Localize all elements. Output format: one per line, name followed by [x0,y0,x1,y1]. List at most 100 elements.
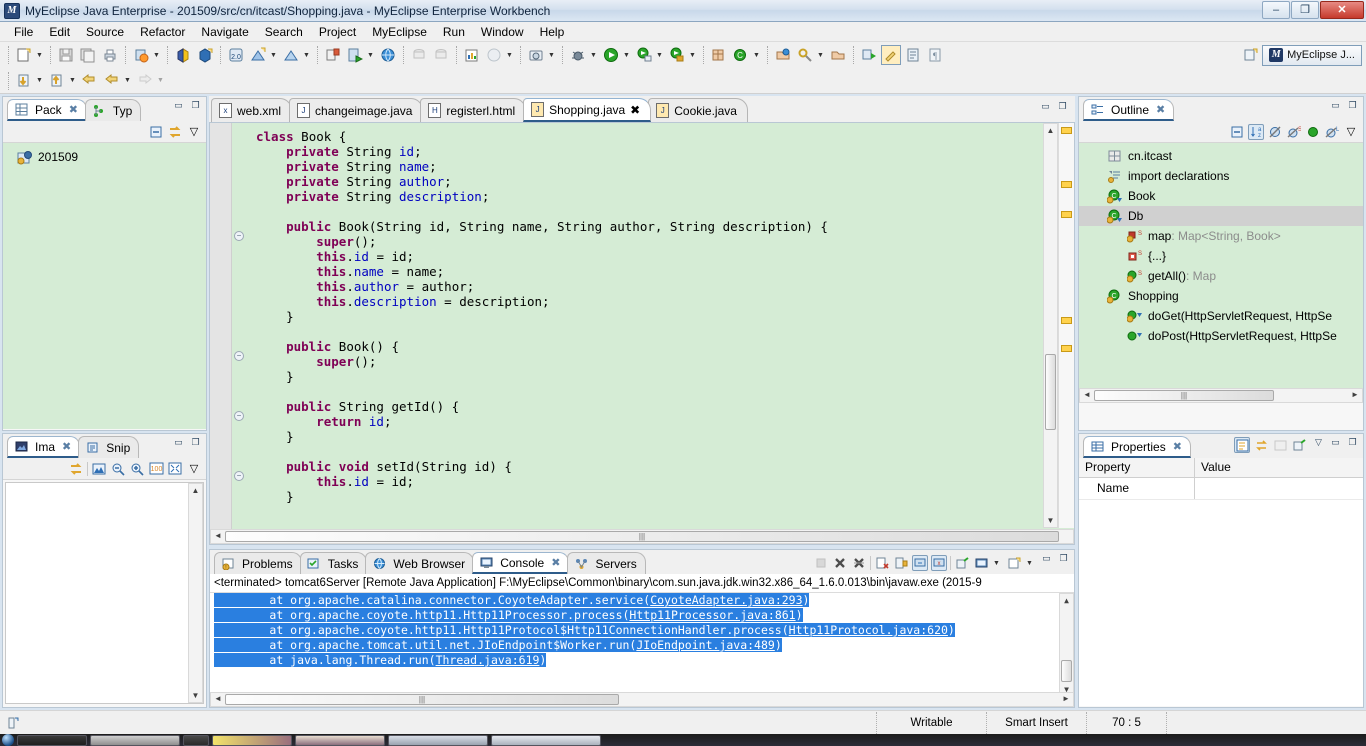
editor-gutter[interactable] [210,123,232,544]
tab-snippets[interactable]: Snip [78,436,140,458]
show-advanced-icon[interactable] [1253,437,1269,453]
new-class-dropdown-arrow[interactable]: ▼ [752,45,761,65]
fold-toggle-icon[interactable]: − [234,351,244,361]
link-with-editor-icon[interactable] [68,461,84,477]
zoom-out-icon[interactable] [110,461,126,477]
outline-item-field-map[interactable]: S map : Map<String, Book> [1079,226,1363,246]
search-dropdown-arrow[interactable]: ▼ [816,45,825,65]
outline-tree[interactable]: cn.itcast import declarations C Book C D… [1079,143,1363,403]
scroll-up-arrow[interactable]: ▲ [1060,596,1073,605]
maximize-icon[interactable]: ❐ [1057,552,1070,565]
save-icon[interactable] [56,45,76,65]
editor-scrollbar-horizontal[interactable]: ◄ ||| [210,529,1074,544]
menu-source[interactable]: Source [78,23,132,41]
scroll-left-arrow[interactable]: ◄ [213,531,223,540]
taskbar-item[interactable] [295,734,385,746]
menu-refactor[interactable]: Refactor [132,23,193,41]
minimize-icon[interactable]: ▭ [1040,552,1053,565]
menu-search[interactable]: Search [257,23,311,41]
maximize-icon[interactable]: ❐ [1346,99,1359,112]
property-value-cell[interactable] [1195,478,1207,499]
tab-outline[interactable]: Outline ✖ [1083,99,1175,121]
servlet-20-icon[interactable]: 2.0 [226,45,246,65]
code-editor[interactable]: − − − − class Book { private String id; … [209,122,1075,545]
console-scrollbar-horizontal[interactable]: ◄ ||| ► [210,692,1074,707]
close-icon[interactable]: ✖ [1173,440,1182,453]
show-categories-icon[interactable] [1234,437,1250,453]
step-into-icon[interactable] [14,71,34,91]
hide-local-types-icon[interactable]: L [1324,124,1340,140]
taskbar-item[interactable] [388,734,488,746]
warning-marker[interactable] [1061,181,1072,188]
view-menu-icon[interactable]: ▽ [1343,124,1359,140]
new-jsp-dropdown-arrow[interactable]: ▼ [269,45,278,65]
taskbar-item[interactable] [90,734,180,746]
editor-scroll-thumb[interactable] [1045,354,1056,430]
display-selected-console-arrow[interactable]: ▼ [992,553,1001,573]
tab-image-viewer[interactable]: Ima ✖ [7,436,81,458]
pin-console-icon[interactable] [954,555,970,571]
scroll-left-arrow[interactable]: ◄ [1082,390,1092,399]
maximize-icon[interactable]: ❐ [189,436,202,449]
zoom-100-icon[interactable]: 100 [148,461,164,477]
tab-package-explorer[interactable]: Pack ✖ [7,99,87,121]
outline-scrollbar-horizontal[interactable]: ◄ ||| ► [1079,388,1363,403]
console-scroll-thumb[interactable] [1061,660,1072,682]
forward-icon[interactable] [135,71,155,91]
db-disconnect-icon[interactable] [431,45,451,65]
pin-to-selection-icon[interactable] [1291,437,1307,453]
menu-window[interactable]: Window [473,23,532,41]
new-jsp-icon[interactable] [248,45,268,65]
new-java-package-icon[interactable] [709,45,729,65]
properties-table-body[interactable]: Name [1079,478,1363,706]
close-button[interactable]: ✕ [1320,1,1364,19]
next-annotation-icon[interactable] [859,45,879,65]
outline-item-method-dopost[interactable]: doPost(HttpServletRequest, HttpSe [1079,326,1363,346]
print-icon[interactable] [100,45,120,65]
new-html-dropdown-arrow[interactable]: ▼ [302,45,311,65]
debug-icon[interactable] [568,45,588,65]
search-icon[interactable] [795,45,815,65]
taskbar-item[interactable] [212,734,292,746]
report-dropdown-arrow[interactable]: ▼ [505,45,514,65]
xml-editor-icon[interactable] [323,45,343,65]
start-orb-icon[interactable] [2,734,14,746]
report-preview-icon[interactable] [484,45,504,65]
console-line[interactable]: at org.apache.catalina.connector.CoyoteA… [210,593,1074,608]
collapse-all-icon[interactable] [148,124,164,140]
view-menu-icon[interactable]: ▽ [186,124,202,140]
menu-file[interactable]: File [6,23,41,41]
editor-hscroll-thumb[interactable]: ||| [225,531,1059,542]
open-browser-icon[interactable] [378,45,398,65]
tab-type-hierarchy[interactable]: Typ [84,99,142,121]
taskbar-item[interactable] [17,734,87,746]
table-row[interactable]: Name [1079,478,1363,500]
view-menu-icon[interactable]: ▽ [186,461,202,477]
editor-tab-registerl-html[interactable]: H registerl.html [420,98,527,122]
editor-tab-shopping-java[interactable]: J Shopping.java ✖ [523,98,652,122]
open-resource-icon[interactable] [828,45,848,65]
new-report-icon[interactable] [462,45,482,65]
outline-item-imports[interactable]: import declarations [1079,166,1363,186]
console-line[interactable]: at java.lang.Thread.run(Thread.java:619) [210,653,1074,668]
outline-item-method-doget[interactable]: doGet(HttpServletRequest, HttpSe [1079,306,1363,326]
clear-console-icon[interactable] [874,555,890,571]
save-all-icon[interactable] [78,45,98,65]
open-type-icon[interactable] [773,45,793,65]
close-icon[interactable]: ✖ [630,103,640,117]
minimize-button[interactable]: – [1262,1,1290,19]
menu-run[interactable]: Run [435,23,473,41]
db-connect-icon[interactable] [409,45,429,65]
taskbar-item[interactable] [183,734,209,746]
outline-item-class-shopping[interactable]: C Shopping [1079,286,1363,306]
scroll-lock-icon[interactable] [893,555,909,571]
run-external-tools-icon[interactable] [634,45,654,65]
sort-alphabetically-icon[interactable]: az [1248,123,1264,140]
step-return-dropdown-arrow[interactable]: ▼ [68,71,77,91]
snapshot-icon[interactable] [526,45,546,65]
menu-edit[interactable]: Edit [41,23,78,41]
tab-web-browser[interactable]: Web Browser [365,552,475,574]
warning-marker[interactable] [1061,317,1072,324]
scroll-up-arrow[interactable]: ▲ [1044,126,1057,135]
zoom-in-icon[interactable] [129,461,145,477]
